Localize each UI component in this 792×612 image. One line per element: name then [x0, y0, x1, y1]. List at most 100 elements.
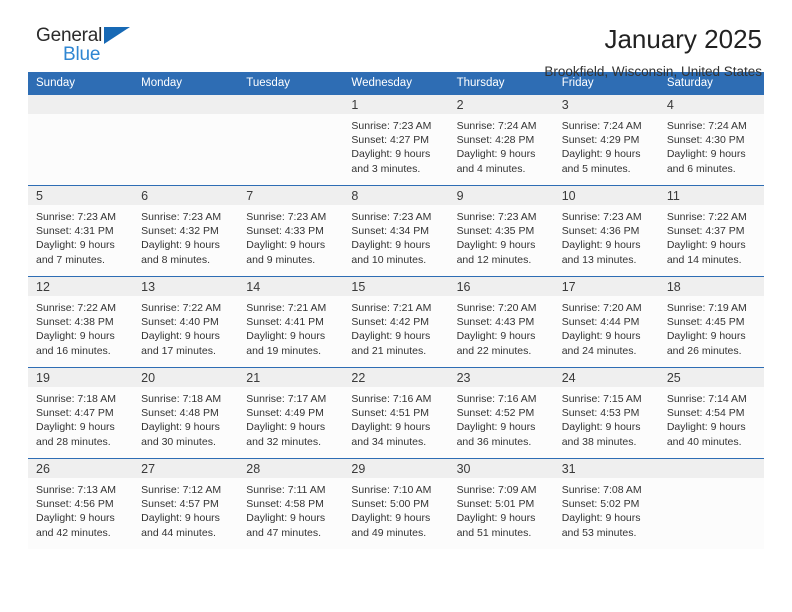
daylight-text: Daylight: 9 hours and 24 minutes. [561, 330, 641, 357]
sunrise-text: Sunrise: 7:09 AM [456, 484, 537, 496]
day-number: 12 [28, 277, 134, 296]
weekday-header-monday: Monday [133, 72, 239, 95]
daylight-text: Daylight: 9 hours and 44 minutes. [141, 512, 220, 539]
page-title: January 2025 [604, 24, 762, 54]
day-details: Sunrise: 7:23 AM Sunset: 4:31 PM Daylight:… [28, 205, 133, 267]
day-details: Sunrise: 7:12 AM Sunset: 4:57 PM Daylight:… [133, 478, 238, 540]
logo-secondary-text: Blue [63, 44, 101, 65]
calendar-day-cell[interactable]: 2 Sunrise: 7:24 AM Sunset: 4:28 PM Daylight… [448, 95, 554, 186]
calendar-week-row: 1 Sunrise: 7:23 AM Sunset: 4:27 PM Daylight… [28, 95, 764, 186]
calendar-day-cell[interactable]: 4 Sunrise: 7:24 AM Sunset: 4:30 PM Daylight… [658, 95, 764, 186]
general-blue-logo[interactable]: General Blue [36, 24, 156, 72]
sunset-text: Sunset: 4:58 PM [246, 498, 324, 511]
calendar-day-cell[interactable]: 3 Sunrise: 7:24 AM Sunset: 4:29 PM Daylight… [553, 95, 659, 186]
calendar-day-cell[interactable]: 11 Sunrise: 7:22 AM Sunset: 4:37 PM Dayligh… [658, 185, 764, 277]
calendar-day-cell[interactable]: 29 Sunrise: 7:10 AM Sunset: 5:00 PM Dayligh… [343, 458, 449, 549]
calendar-day-cell[interactable]: 21 Sunrise: 7:17 AM Sunset: 4:49 PM Dayligh… [238, 367, 344, 459]
weekday-header-wednesday: Wednesday [343, 72, 449, 95]
day-details: Sunrise: 7:24 AM Sunset: 4:29 PM Daylight:… [554, 114, 659, 176]
calendar-week-row: 19 Sunrise: 7:18 AM Sunset: 4:47 PM Dayligh… [28, 367, 764, 459]
day-number: 28 [238, 459, 344, 478]
day-number: 10 [553, 186, 659, 205]
day-number: 6 [133, 186, 239, 205]
sunrise-text: Sunrise: 7:24 AM [561, 120, 642, 132]
calendar-day-cell[interactable]: 10 Sunrise: 7:23 AM Sunset: 4:36 PM Dayligh… [553, 185, 659, 277]
day-number: 9 [448, 186, 554, 205]
daylight-text: Daylight: 9 hours and 49 minutes. [351, 512, 431, 539]
day-number: 7 [238, 186, 344, 205]
sunrise-text: Sunrise: 7:11 AM [246, 484, 326, 496]
calendar-day-cell[interactable]: 16 Sunrise: 7:20 AM Sunset: 4:43 PM Dayligh… [448, 276, 554, 368]
day-details: Sunrise: 7:24 AM Sunset: 4:28 PM Daylight:… [449, 114, 554, 176]
calendar-day-cell[interactable]: 5 Sunrise: 7:23 AM Sunset: 4:31 PM Daylight… [28, 185, 134, 277]
calendar-day-cell[interactable]: 14 Sunrise: 7:21 AM Sunset: 4:41 PM Dayligh… [238, 276, 344, 368]
day-number: 17 [553, 277, 659, 296]
calendar-week-row: 26 Sunrise: 7:13 AM Sunset: 4:56 PM Dayligh… [28, 458, 764, 549]
day-details: Sunrise: 7:23 AM Sunset: 4:32 PM Daylight:… [133, 205, 238, 267]
sunset-text: Sunset: 4:52 PM [456, 407, 535, 420]
daylight-text: Daylight: 9 hours and 3 minutes. [351, 148, 431, 175]
calendar-day-cell[interactable]: 25 Sunrise: 7:14 AM Sunset: 4:54 PM Dayligh… [658, 367, 764, 459]
calendar-day-cell[interactable]: 24 Sunrise: 7:15 AM Sunset: 4:53 PM Dayligh… [553, 367, 659, 459]
sunset-text: Sunset: 4:45 PM [666, 316, 745, 329]
day-number: 29 [343, 459, 449, 478]
day-number: 18 [658, 277, 764, 296]
calendar-day-cell[interactable]: 8 Sunrise: 7:23 AM Sunset: 4:34 PM Daylight… [343, 185, 449, 277]
calendar-day-cell[interactable]: 15 Sunrise: 7:21 AM Sunset: 4:42 PM Dayligh… [343, 276, 449, 368]
day-number: 22 [343, 368, 449, 387]
calendar-day-cell-empty [238, 95, 344, 186]
day-details: Sunrise: 7:21 AM Sunset: 4:42 PM Daylight:… [343, 296, 448, 358]
daylight-text: Daylight: 9 hours and 12 minutes. [456, 239, 536, 266]
sunset-text: Sunset: 4:54 PM [666, 407, 745, 420]
calendar-day-cell[interactable]: 30 Sunrise: 7:09 AM Sunset: 5:01 PM Dayligh… [448, 458, 554, 549]
day-details: Sunrise: 7:19 AM Sunset: 4:45 PM Daylight:… [659, 296, 764, 358]
daylight-text: Daylight: 9 hours and 42 minutes. [36, 512, 115, 539]
day-details: Sunrise: 7:15 AM Sunset: 4:53 PM Daylight:… [554, 387, 659, 449]
calendar-day-cell[interactable]: 27 Sunrise: 7:12 AM Sunset: 4:57 PM Dayligh… [133, 458, 239, 549]
calendar-day-cell[interactable]: 31 Sunrise: 7:08 AM Sunset: 5:02 PM Dayligh… [553, 458, 659, 549]
daylight-text: Daylight: 9 hours and 34 minutes. [351, 421, 431, 448]
day-number-band [658, 459, 764, 478]
sunrise-text: Sunrise: 7:19 AM [666, 302, 747, 314]
sunset-text: Sunset: 4:34 PM [351, 225, 430, 238]
day-details: Sunrise: 7:08 AM Sunset: 5:02 PM Daylight:… [554, 478, 659, 540]
sunrise-text: Sunrise: 7:20 AM [456, 302, 537, 314]
day-details: Sunrise: 7:20 AM Sunset: 4:44 PM Daylight:… [554, 296, 659, 358]
calendar-day-cell[interactable]: 28 Sunrise: 7:11 AM Sunset: 4:58 PM Dayligh… [238, 458, 344, 549]
day-number-band [238, 95, 344, 114]
sunrise-text: Sunrise: 7:18 AM [36, 393, 116, 405]
calendar-day-cell[interactable]: 23 Sunrise: 7:16 AM Sunset: 4:52 PM Dayligh… [448, 367, 554, 459]
calendar-day-cell[interactable]: 6 Sunrise: 7:23 AM Sunset: 4:32 PM Daylight… [133, 185, 239, 277]
day-number: 1 [343, 95, 449, 114]
day-details: Sunrise: 7:23 AM Sunset: 4:34 PM Daylight:… [343, 205, 448, 267]
sunset-text: Sunset: 4:28 PM [456, 134, 535, 147]
calendar-day-cell[interactable]: 7 Sunrise: 7:23 AM Sunset: 4:33 PM Daylight… [238, 185, 344, 277]
day-details: Sunrise: 7:23 AM Sunset: 4:35 PM Daylight:… [449, 205, 554, 267]
sunset-text: Sunset: 4:44 PM [561, 316, 640, 329]
calendar-day-cell[interactable]: 18 Sunrise: 7:19 AM Sunset: 4:45 PM Dayligh… [658, 276, 764, 368]
daylight-text: Daylight: 9 hours and 5 minutes. [561, 148, 641, 175]
calendar-day-cell[interactable]: 13 Sunrise: 7:22 AM Sunset: 4:40 PM Dayligh… [133, 276, 239, 368]
sunset-text: Sunset: 4:43 PM [456, 316, 535, 329]
calendar-day-cell[interactable]: 22 Sunrise: 7:16 AM Sunset: 4:51 PM Dayligh… [343, 367, 449, 459]
calendar-day-cell[interactable]: 9 Sunrise: 7:23 AM Sunset: 4:35 PM Daylight… [448, 185, 554, 277]
calendar-day-cell[interactable]: 20 Sunrise: 7:18 AM Sunset: 4:48 PM Dayligh… [133, 367, 239, 459]
sunset-text: Sunset: 4:40 PM [141, 316, 219, 329]
calendar-day-cell[interactable]: 12 Sunrise: 7:22 AM Sunset: 4:38 PM Dayligh… [28, 276, 134, 368]
calendar-page: General Blue January 2025 Brookfield, Wi… [0, 0, 792, 612]
day-details: Sunrise: 7:18 AM Sunset: 4:48 PM Daylight:… [133, 387, 238, 449]
day-number: 25 [658, 368, 764, 387]
daylight-text: Daylight: 9 hours and 14 minutes. [666, 239, 746, 266]
day-details: Sunrise: 7:14 AM Sunset: 4:54 PM Daylight:… [659, 387, 764, 449]
calendar-day-cell[interactable]: 19 Sunrise: 7:18 AM Sunset: 4:47 PM Dayligh… [28, 367, 134, 459]
calendar-day-cell[interactable]: 17 Sunrise: 7:20 AM Sunset: 4:44 PM Dayligh… [553, 276, 659, 368]
daylight-text: Daylight: 9 hours and 36 minutes. [456, 421, 536, 448]
calendar-day-cell[interactable]: 1 Sunrise: 7:23 AM Sunset: 4:27 PM Daylight… [343, 95, 449, 186]
sunset-text: Sunset: 4:29 PM [561, 134, 640, 147]
day-details: Sunrise: 7:20 AM Sunset: 4:43 PM Daylight:… [449, 296, 554, 358]
calendar-day-cell[interactable]: 26 Sunrise: 7:13 AM Sunset: 4:56 PM Dayligh… [28, 458, 134, 549]
calendar-day-cell-empty [28, 95, 134, 186]
day-details: Sunrise: 7:21 AM Sunset: 4:41 PM Daylight:… [238, 296, 343, 358]
day-number: 13 [133, 277, 239, 296]
weekday-header-tuesday: Tuesday [238, 72, 344, 95]
